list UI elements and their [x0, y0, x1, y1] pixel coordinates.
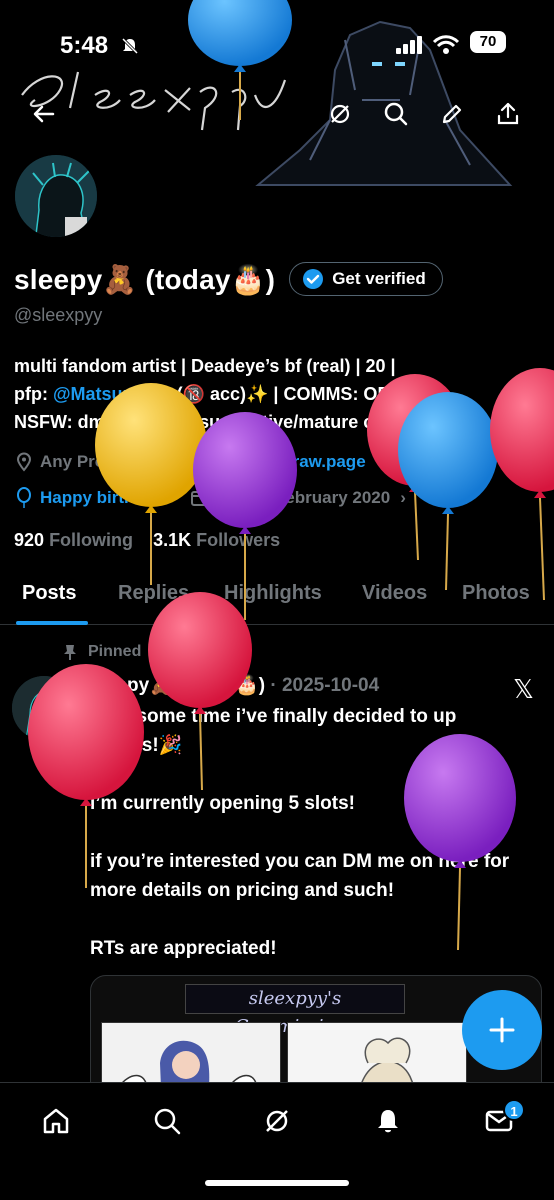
get-verified-label: Get verified [332, 269, 426, 288]
following-link[interactable]: 920 Following [14, 530, 133, 550]
pinned-text: Pinned [88, 643, 142, 660]
profile-handle: @sleexpyy [14, 305, 103, 325]
following-count: 920 [14, 530, 45, 550]
bio-line: pfp: @MatsuraONI (🔞 acc)✨ | COMMS: OPEN … [14, 380, 544, 408]
back-button[interactable] [24, 94, 64, 134]
nav-home[interactable] [34, 1099, 78, 1143]
status-time: 5:48 [60, 32, 109, 59]
tab-videos[interactable]: Videos [362, 582, 427, 605]
bio-text: pfp: [14, 384, 53, 404]
search-button[interactable] [376, 94, 416, 134]
x-logo-icon: 𝕏 [513, 674, 534, 704]
avatar-image [12, 676, 76, 740]
follow-stats: 920 Following 3.1K Followers [14, 530, 280, 551]
verified-badge-icon [303, 269, 324, 289]
following-label: Following [49, 530, 134, 550]
joined-date: Joined February 2020 [215, 488, 391, 507]
location-icon [16, 452, 32, 472]
grok-button[interactable] [320, 94, 360, 134]
pinned-label: Pinned [62, 643, 141, 661]
balloon-icon [17, 487, 31, 508]
mute-icon [120, 36, 140, 61]
pin-icon [64, 645, 76, 660]
profile-bio: multi fandom artist | Deadeye’s bf (real… [14, 352, 544, 436]
avatar-image [15, 155, 97, 237]
edit-icon [442, 104, 462, 124]
pronouns: Any Pronouns [40, 452, 157, 471]
post-date: · 2025-10-04 [270, 675, 380, 696]
bio-mention-link[interactable]: @MatsuraONI [53, 384, 172, 404]
share-icon [497, 102, 519, 125]
link-icon [178, 453, 195, 471]
wifi-icon [432, 34, 460, 61]
post-text-line: c*mms!🎉 [90, 735, 183, 756]
home-icon [43, 1108, 69, 1134]
followers-label: Followers [196, 530, 281, 550]
bio-text: (🔞 acc)✨ | COMMS: OPEN | [171, 384, 425, 404]
search-icon [154, 1108, 181, 1135]
media-title: sleexpyy's Commissions [185, 984, 405, 1037]
website-link[interactable]: sleexpyy.straw.page [202, 452, 365, 472]
back-icon [33, 105, 55, 123]
status-bar: 5:48 70 [0, 24, 554, 64]
post-text-line: after some time i’ve finally decided to … [90, 706, 457, 727]
followers-count: 3.1K [153, 530, 192, 550]
edit-button[interactable] [432, 94, 472, 134]
chevron-right-icon[interactable]: › [400, 488, 406, 508]
get-verified-button[interactable]: Get verified [289, 262, 443, 296]
search-icon [384, 102, 408, 126]
calendar-icon [191, 491, 208, 506]
plus-icon [489, 1017, 515, 1043]
followers-link[interactable]: 3.1K Followers [153, 530, 280, 550]
battery-indicator: 70 [470, 31, 506, 53]
profile-tabs: Posts Replies Highlights Videos Photos [0, 570, 554, 625]
profile-meta-row: Any Pronouns sleexpyy.straw.page [14, 452, 366, 472]
bio-line: multi fandom artist | Deadeye’s bf (real… [14, 356, 396, 376]
compose-post-button[interactable] [462, 990, 542, 1070]
tab-replies[interactable]: Replies [118, 582, 189, 605]
birthday-text[interactable]: Happy birthday! [40, 488, 169, 508]
post-header: sleepy🧸 (today🎂) · 2025-10-04 [90, 673, 379, 697]
home-indicator [205, 1180, 349, 1186]
profile-avatar[interactable] [12, 152, 100, 240]
tab-highlights[interactable]: Highlights [224, 582, 322, 605]
nav-search[interactable] [145, 1099, 189, 1143]
post-text-paragraph: RTs are appreciated! [90, 938, 277, 959]
profile-name-row: sleepy🧸 (today🎂) Get verified [14, 262, 443, 296]
nav-notifications[interactable] [366, 1099, 410, 1143]
nav-grok[interactable] [255, 1099, 299, 1143]
post-text-paragraph: if you’re interested you can DM me on he… [90, 851, 510, 901]
grok-icon [266, 1110, 288, 1132]
active-tab-indicator [16, 621, 88, 625]
bio-line: NSFW: dm me ! | 📕 | suggestive/mature co… [14, 412, 435, 432]
profile-meta-row: Happy birthday! Joined February 2020 › [14, 487, 406, 509]
display-name: sleepy🧸 (today🎂) [14, 263, 276, 295]
post-author-name[interactable]: sleepy🧸 (today🎂) [90, 675, 265, 696]
tab-posts[interactable]: Posts [22, 582, 76, 605]
nav-messages[interactable]: 1 [477, 1099, 525, 1143]
cellular-signal-icon [396, 36, 424, 59]
messages-badge: 1 [503, 1099, 525, 1121]
tab-photos[interactable]: Photos [462, 582, 530, 605]
post-author-avatar[interactable] [12, 676, 76, 740]
post-body[interactable]: after some time i’ve finally decided to … [90, 702, 545, 992]
share-button[interactable] [488, 94, 528, 134]
post-text-paragraph: i’m currently opening 5 slots! [90, 793, 355, 814]
notifications-icon [378, 1110, 398, 1133]
grok-icon [330, 104, 350, 124]
